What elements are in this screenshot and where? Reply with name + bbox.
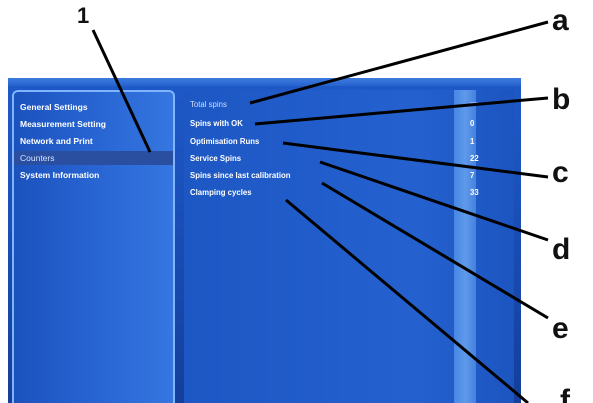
- figure: General Settings Measurement Setting Net…: [0, 0, 593, 403]
- menu-item-system-information[interactable]: System Information: [14, 168, 173, 182]
- counter-value-spins-since-calibration: 7: [470, 171, 475, 180]
- callout-f: f: [560, 384, 570, 403]
- counter-value-total-spins: —: [470, 98, 478, 107]
- counter-value-optimisation-runs: 1: [470, 137, 475, 146]
- settings-menu-panel: General Settings Measurement Setting Net…: [12, 90, 175, 403]
- counter-value-service-spins: 22: [470, 154, 479, 163]
- counter-label-optimisation-runs: Optimisation Runs: [190, 137, 260, 146]
- counter-label-spins-since-calibration: Spins since last calibration: [190, 171, 291, 180]
- menu-item-measurement-setting[interactable]: Measurement Setting: [14, 117, 173, 131]
- callout-c: c: [552, 156, 569, 189]
- callout-1: 1: [77, 3, 90, 28]
- counter-label-total-spins: Total spins: [190, 100, 227, 109]
- counter-value-spins-ok: 0: [470, 119, 475, 128]
- screen-top-bar: [8, 78, 521, 86]
- menu-item-general-settings[interactable]: General Settings: [14, 100, 173, 114]
- menu-item-counters[interactable]: Counters: [14, 151, 173, 165]
- settings-screen: General Settings Measurement Setting Net…: [8, 78, 521, 403]
- callout-d: d: [552, 233, 571, 266]
- counter-label-spins-ok: Spins with OK: [190, 119, 243, 128]
- callout-a: a: [552, 4, 569, 37]
- counter-value-clamping-cycles: 33: [470, 188, 479, 197]
- callout-e: e: [552, 312, 569, 345]
- menu-item-network-and-print[interactable]: Network and Print: [14, 134, 173, 148]
- callout-b: b: [552, 83, 571, 116]
- counter-label-service-spins: Service Spins: [190, 154, 242, 163]
- counter-label-clamping-cycles: Clamping cycles: [190, 188, 252, 197]
